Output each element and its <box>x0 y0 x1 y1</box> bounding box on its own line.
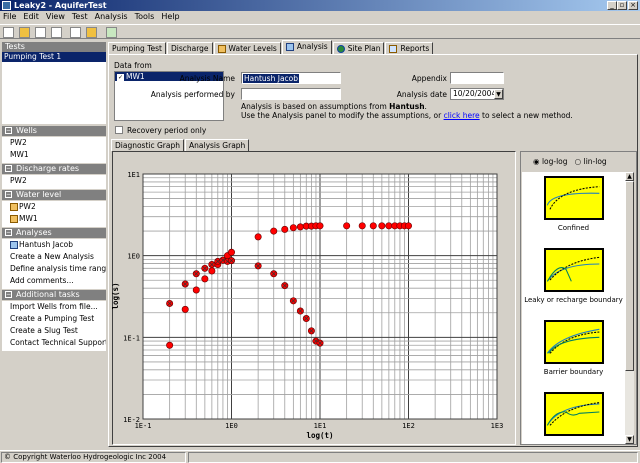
status-text: © Copyright Waterloo Hydrogeologic Inc 2… <box>1 452 186 463</box>
x-tick-label: 1E0 <box>225 422 238 430</box>
y-tick-label: 1E-1 <box>123 334 140 342</box>
drawdown-point <box>270 227 278 235</box>
y-axis-label: log(s) <box>111 282 120 309</box>
drawdown-point <box>281 225 289 233</box>
drawdown-point <box>404 222 412 230</box>
x-tick-label: 1E1 <box>314 422 327 430</box>
x-axis-label: log(t) <box>306 431 333 440</box>
drawdown-point <box>369 222 377 230</box>
drawdown-point <box>192 286 200 294</box>
status-bar: © Copyright Waterloo Hydrogeologic Inc 2… <box>0 450 640 463</box>
drawdown-point <box>296 223 304 231</box>
drawdown-point <box>385 222 393 230</box>
drawdown-point <box>201 275 209 283</box>
drawdown-point <box>378 222 386 230</box>
diagnostic-chart: 1E-1 1E0 1E1 1E2 1E31E-21E-11E01E1log(t)log(… <box>111 171 504 440</box>
drawdown-point <box>166 341 174 349</box>
y-tick-label: 1E-2 <box>123 416 140 424</box>
x-tick-label: 1E2 <box>402 422 415 430</box>
drawdown-point <box>254 233 262 241</box>
y-tick-label: 1E1 <box>127 171 140 179</box>
drawdown-point <box>181 305 189 313</box>
y-tick-label: 1E0 <box>127 253 140 261</box>
drawdown-point <box>358 222 366 230</box>
status-pane <box>188 452 638 463</box>
x-tick-label: 1E3 <box>491 422 504 430</box>
drawdown-point <box>208 267 216 275</box>
drawdown-point <box>343 222 351 230</box>
drawdown-point <box>228 248 236 256</box>
drawdown-point <box>289 224 297 232</box>
drawdown-point <box>316 222 324 230</box>
